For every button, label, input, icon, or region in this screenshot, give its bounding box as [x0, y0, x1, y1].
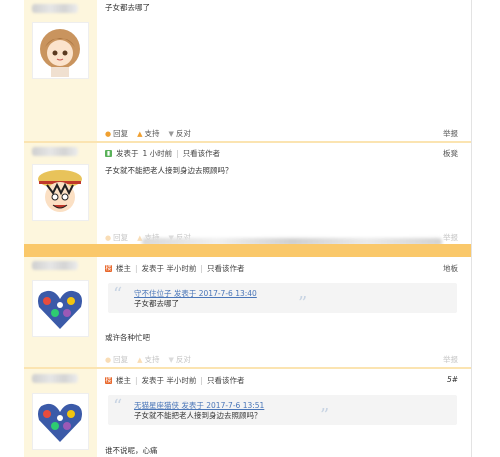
- support-button[interactable]: ▲支持: [137, 354, 159, 365]
- close-quote-icon: ”: [320, 405, 330, 426]
- oppose-label: 反对: [175, 129, 191, 138]
- avatar[interactable]: [32, 280, 89, 337]
- owner-badge-icon: 楼: [105, 377, 112, 384]
- owner-badge: 楼主: [116, 264, 131, 273]
- mobile-post-icon: ▮: [105, 150, 112, 157]
- post-body: 或许各种忙吧: [105, 333, 150, 342]
- open-quote-icon: “: [113, 396, 123, 417]
- meta-divider: |: [200, 264, 203, 273]
- post-body: 子女就不能把老人接到身边去照顾吗？: [105, 166, 233, 175]
- owner-badge-icon: 楼: [105, 265, 112, 272]
- thumb-down-arrow-icon: ▼: [168, 356, 174, 364]
- page-right-border: [471, 0, 472, 457]
- floor-number[interactable]: 5#: [447, 375, 458, 384]
- report-link[interactable]: 举报: [443, 232, 458, 243]
- post-body: 子女都去哪了: [105, 3, 150, 12]
- post-separator: [24, 367, 472, 369]
- author-name-blurred[interactable]: [32, 4, 78, 13]
- thumb-up-arrow-icon: ▲: [137, 130, 143, 138]
- avatar[interactable]: [32, 393, 89, 450]
- post-meta: ▮ 发表于 1 小时前 | 只看该作者: [105, 148, 220, 159]
- post-time: 1 小时前: [142, 149, 173, 158]
- reply-button[interactable]: ● 回复: [105, 354, 128, 365]
- avatar-girl-image: [40, 29, 80, 77]
- quote-block: “ 无猫星座猫侠 发表于 2017-7-6 13:51 子女就不能把老人接到身边…: [108, 395, 457, 426]
- avatar[interactable]: [32, 22, 89, 79]
- post-meta: 楼 楼主 | 发表于 半小时前 | 只看该作者: [105, 375, 244, 386]
- post-time: 发表于 半小时前: [141, 376, 197, 385]
- oppose-button[interactable]: ▼反对: [169, 128, 191, 139]
- post-gap-bar: [24, 244, 472, 257]
- quote-block: “ 守不住位子 发表于 2017-7-6 13:40 子女都去哪了 ”: [108, 283, 457, 314]
- reply-bubble-icon: ●: [105, 356, 112, 364]
- meta-divider: |: [135, 264, 138, 273]
- reply-button[interactable]: ● 回复: [105, 128, 128, 139]
- report-link[interactable]: 举报: [443, 128, 458, 139]
- support-label: 支持: [144, 355, 160, 364]
- meta-divider: |: [176, 149, 179, 158]
- reply-bubble-icon: ●: [105, 130, 112, 138]
- reply-bubble-icon: ●: [105, 234, 112, 242]
- oppose-button[interactable]: ▼反对: [169, 354, 191, 365]
- author-name-blurred[interactable]: [32, 261, 78, 270]
- post-time: 发表于 半小时前: [141, 264, 197, 273]
- avatar-luffy-image: [38, 170, 82, 212]
- reply-label: 回复: [113, 233, 129, 242]
- support-label: 支持: [144, 129, 160, 138]
- reply-label: 回复: [113, 129, 129, 138]
- post-actions: ●回复 ▲支持 ▼反对: [105, 128, 191, 139]
- floor-number[interactable]: 地板: [443, 263, 458, 274]
- floor-number[interactable]: 板凳: [443, 148, 458, 159]
- post-meta: 楼 楼主 | 发表于 半小时前 | 只看该作者: [105, 263, 244, 274]
- quote-text: 子女就不能把老人接到身边去照顾吗？: [134, 411, 262, 420]
- post-actions: ●回复 ▲支持 ▼反对: [105, 354, 191, 365]
- thumb-down-arrow-icon: ▼: [168, 130, 174, 138]
- forum-thread: 子女都去哪了 ● 回复 ▲ 支持 ▼ 反对 举报 ▮ 发表于 1 小时前 | 只看该作…: [24, 0, 472, 457]
- author-name-blurred[interactable]: [32, 147, 78, 156]
- author-name-blurred[interactable]: [32, 374, 78, 383]
- owner-badge: 楼主: [116, 376, 131, 385]
- open-quote-icon: “: [113, 284, 123, 305]
- oppose-label: 反对: [175, 355, 191, 364]
- reply-label: 回复: [113, 355, 129, 364]
- report-link[interactable]: 举报: [443, 354, 458, 365]
- support-button[interactable]: ▲支持: [137, 128, 159, 139]
- post-body: 谁不说呢，心痛: [105, 446, 158, 455]
- meta-divider: |: [135, 376, 138, 385]
- only-author-link[interactable]: 只看该作者: [183, 148, 221, 159]
- post-content-area: [97, 0, 472, 457]
- reply-button[interactable]: ● 回复: [105, 232, 128, 243]
- avatar-hearts-image: [38, 403, 82, 442]
- avatar-hearts-image: [38, 290, 82, 329]
- thumb-up-arrow-icon: ▲: [137, 356, 143, 364]
- meta-divider: |: [200, 376, 203, 385]
- quote-text: 子女都去哪了: [134, 299, 179, 308]
- avatar[interactable]: [32, 164, 89, 221]
- only-author-link[interactable]: 只看该作者: [207, 263, 245, 274]
- post-separator: [24, 141, 472, 143]
- posted-prefix: 发表于: [116, 149, 139, 158]
- close-quote-icon: ”: [298, 293, 308, 314]
- only-author-link[interactable]: 只看该作者: [207, 375, 245, 386]
